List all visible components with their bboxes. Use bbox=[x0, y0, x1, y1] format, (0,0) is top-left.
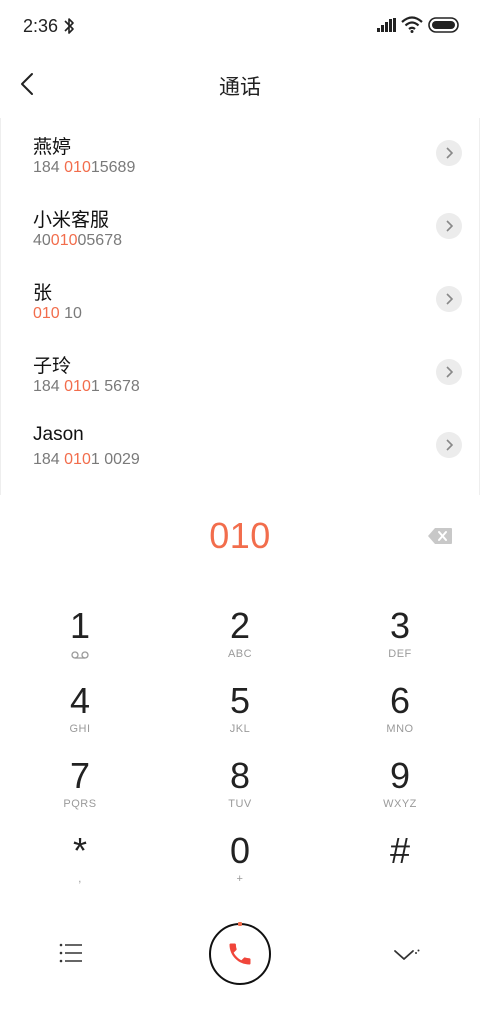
contact-number: 184 0101 5678 bbox=[33, 378, 140, 395]
key-letters: GHI bbox=[69, 723, 91, 735]
key-8[interactable]: 8 TUV bbox=[185, 756, 295, 824]
key-0[interactable]: 0 + bbox=[185, 831, 295, 899]
key-digit: 1 bbox=[69, 605, 91, 646]
chevron-right-icon bbox=[446, 439, 453, 451]
contact-name: 小米客服 bbox=[33, 210, 110, 231]
key-hash[interactable]: # bbox=[345, 831, 455, 899]
key-digit: 8 bbox=[229, 755, 251, 796]
contact-detail-button[interactable] bbox=[436, 432, 462, 458]
chevron-right-icon bbox=[446, 220, 453, 232]
backspace-icon[interactable] bbox=[427, 527, 453, 545]
menu-icon[interactable] bbox=[58, 941, 84, 965]
status-bar: 2:36 bbox=[0, 0, 480, 52]
key-letters: PQRS bbox=[63, 798, 97, 810]
signal-icon bbox=[377, 18, 396, 32]
key-9[interactable]: 9 WXYZ bbox=[345, 756, 455, 824]
key-star[interactable]: * , bbox=[25, 831, 135, 899]
chevron-right-icon bbox=[446, 147, 453, 159]
contact-name: 燕婷 bbox=[33, 137, 72, 158]
contact-detail-button[interactable] bbox=[436, 140, 462, 166]
key-3[interactable]: 3 DEF bbox=[345, 606, 455, 674]
chevron-right-icon bbox=[446, 293, 453, 305]
contact-detail-button[interactable] bbox=[436, 359, 462, 385]
status-time: 2:36 bbox=[23, 16, 59, 36]
contact-item[interactable]: Jason 184 0101 0029 bbox=[1, 410, 479, 483]
contact-number: 010 10 bbox=[33, 305, 82, 322]
wifi-icon bbox=[401, 16, 423, 33]
key-digit: 5 bbox=[229, 680, 251, 721]
key-letters: , bbox=[78, 873, 82, 885]
key-digit: 9 bbox=[389, 755, 411, 796]
key-digit: 4 bbox=[69, 680, 91, 721]
key-letters: MNO bbox=[386, 723, 414, 735]
key-7[interactable]: 7 PQRS bbox=[25, 756, 135, 824]
battery-icon bbox=[428, 17, 459, 33]
contact-name: 子玲 bbox=[33, 356, 72, 377]
contact-number: 184 01015689 bbox=[33, 159, 136, 176]
key-5[interactable]: 5 JKL bbox=[185, 681, 295, 749]
key-digit: 0 bbox=[229, 830, 251, 871]
collapse-keypad-icon[interactable] bbox=[392, 944, 420, 964]
key-digit: 6 bbox=[389, 680, 411, 721]
key-digit: * bbox=[72, 830, 87, 871]
contact-item[interactable]: 张 010 10 bbox=[1, 264, 479, 337]
contact-item[interactable]: 子玲 184 0101 5678 bbox=[1, 337, 479, 410]
key-1[interactable]: 1 bbox=[25, 606, 135, 674]
bluetooth-icon bbox=[64, 18, 74, 34]
contact-number: 184 0101 0029 bbox=[33, 451, 140, 468]
key-letters: ABC bbox=[227, 648, 253, 660]
key-4[interactable]: 4 GHI bbox=[25, 681, 135, 749]
contact-name: 张 bbox=[33, 283, 53, 304]
chevron-right-icon bbox=[446, 366, 453, 378]
match-highlight: 010 bbox=[50, 232, 78, 249]
phone-icon bbox=[229, 943, 251, 965]
contact-item[interactable]: 小米客服 4001005678 bbox=[1, 191, 479, 264]
key-letters: TUV bbox=[228, 798, 252, 810]
key-letters: WXYZ bbox=[383, 798, 417, 810]
bottom-bar bbox=[0, 917, 480, 997]
contact-item[interactable]: 燕婷 184 01015689 bbox=[1, 118, 479, 191]
key-digit: 3 bbox=[389, 605, 411, 646]
match-highlight: 010 bbox=[64, 159, 91, 176]
sim-indicator bbox=[238, 922, 242, 926]
key-6[interactable]: 6 MNO bbox=[345, 681, 455, 749]
contact-name: Jason bbox=[33, 424, 84, 445]
call-button[interactable] bbox=[209, 923, 271, 985]
header: 通话 bbox=[0, 52, 480, 118]
key-letters: DEF bbox=[388, 648, 412, 660]
contact-number: 4001005678 bbox=[33, 232, 122, 249]
dialed-number[interactable]: 010 bbox=[0, 515, 480, 557]
match-highlight: 010 bbox=[64, 378, 91, 395]
match-highlight: 010 bbox=[64, 451, 91, 468]
key-letters: JKL bbox=[229, 723, 251, 735]
key-2[interactable]: 2 ABC bbox=[185, 606, 295, 674]
page-title: 通话 bbox=[219, 76, 261, 99]
key-digit: 7 bbox=[69, 755, 91, 796]
voicemail-icon bbox=[71, 651, 89, 659]
contact-detail-button[interactable] bbox=[436, 213, 462, 239]
match-highlight: 010 bbox=[33, 305, 60, 322]
contact-detail-button[interactable] bbox=[436, 286, 462, 312]
key-letters: + bbox=[236, 873, 244, 885]
key-digit: 2 bbox=[229, 605, 251, 646]
key-digit: # bbox=[389, 830, 411, 871]
contact-list: 燕婷 184 01015689 小米客服 4001005678 张 010 10… bbox=[0, 118, 480, 495]
